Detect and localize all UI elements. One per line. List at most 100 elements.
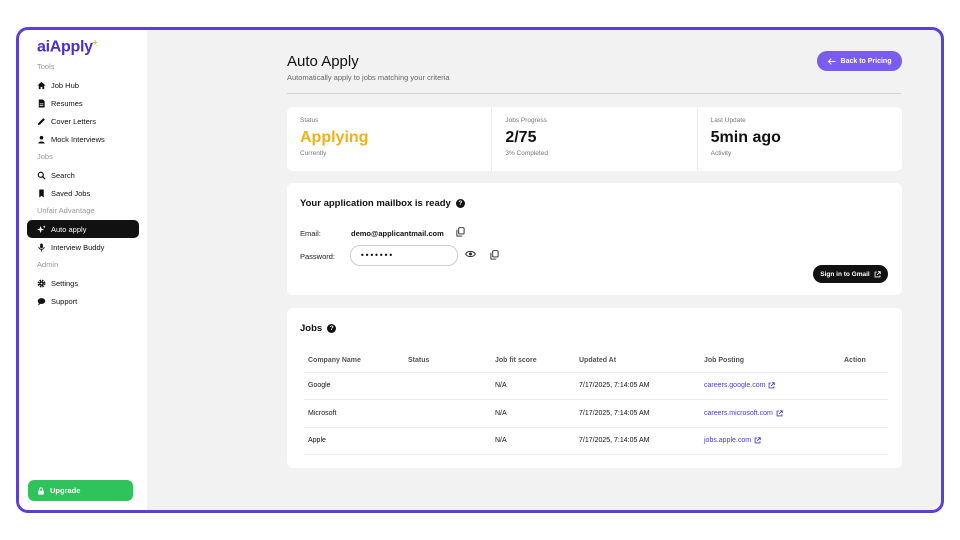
status-stat: Status Applying Currently — [287, 107, 493, 171]
sidebar-item-mock-interviews[interactable]: Mock Interviews — [27, 130, 139, 148]
sidebar-item-label: Mock Interviews — [51, 134, 105, 144]
sidebar-item-search[interactable]: Search — [27, 166, 139, 184]
jobs-progress-value: 2/75 — [505, 129, 537, 146]
sparkle-icon — [35, 223, 47, 235]
sign-in-gmail-label: Sign in to Gmail — [820, 270, 870, 278]
mailbox-title: Your application mailbox is ready — [300, 198, 451, 209]
column-action[interactable]: Action — [840, 350, 888, 373]
cell-updated: 7/17/2025, 7:14:05 AM — [575, 399, 700, 428]
column-updated-at[interactable]: Updated At — [575, 350, 700, 373]
status-value: Applying — [300, 129, 369, 146]
sidebar-item-interview-buddy[interactable]: Interview Buddy — [27, 238, 139, 256]
sidebar-item-cover-letters[interactable]: Cover Letters — [27, 112, 139, 130]
jobs-table: Company Name Status Job fit score Update… — [304, 350, 888, 455]
column-status[interactable]: Status — [404, 350, 491, 373]
person-icon — [35, 133, 47, 145]
mailbox-card: Your application mailbox is ready ? Emai… — [287, 183, 902, 295]
sidebar-section-tools: Tools — [37, 62, 55, 72]
cell-company: Apple — [304, 427, 404, 455]
sign-in-gmail-button[interactable]: Sign in to Gmail — [813, 265, 888, 283]
gear-icon — [35, 277, 47, 289]
copy-password-icon[interactable] — [490, 250, 499, 260]
jobs-heading: Jobs ? — [300, 323, 337, 334]
home-icon — [35, 79, 47, 91]
stat-sub: 3% Completed — [505, 150, 548, 157]
copy-email-icon[interactable] — [456, 227, 465, 237]
cell-status — [404, 399, 491, 428]
column-company[interactable]: Company Name — [304, 350, 404, 373]
help-icon[interactable]: ? — [327, 324, 337, 333]
last-update-stat: Last Update 5min ago Activity — [698, 107, 902, 171]
password-field[interactable] — [350, 245, 458, 266]
pen-icon — [35, 115, 47, 127]
password-label: Password: — [300, 252, 336, 261]
email-label: Email: — [300, 229, 321, 238]
cell-company: Microsoft — [304, 399, 404, 428]
cell-status — [404, 427, 491, 455]
bookmark-icon — [35, 187, 47, 199]
cell-score: N/A — [491, 427, 575, 455]
cell-posting: jobs.apple.com — [700, 427, 840, 455]
logo-sparkle-icon: + — [92, 38, 98, 47]
cell-company: Google — [304, 372, 404, 400]
app-window: aiApply+ Tools Job Hub Resumes Cover Let… — [16, 27, 944, 513]
page-title: Auto Apply — [287, 53, 359, 70]
sidebar-item-label: Job Hub — [51, 80, 79, 90]
sidebar-section-jobs: Jobs — [37, 152, 53, 162]
sidebar-item-label: Auto apply — [51, 224, 87, 234]
table-row: Microsoft N/A 7/17/2025, 7:14:05 AM care… — [304, 399, 888, 428]
column-job-fit-score[interactable]: Job fit score — [491, 350, 575, 373]
sidebar-item-resumes[interactable]: Resumes — [27, 94, 139, 112]
main-content: Auto Apply Automatically apply to jobs m… — [147, 30, 941, 510]
job-posting-link[interactable]: careers.google.com — [704, 382, 776, 389]
external-link-icon — [874, 270, 881, 278]
sidebar: aiApply+ Tools Job Hub Resumes Cover Let… — [19, 30, 147, 510]
email-value: demo@applicantmail.com — [351, 229, 444, 238]
sidebar-section-unfair-advantage: Unfair Advantage — [37, 206, 95, 216]
last-update-value: 5min ago — [710, 129, 781, 146]
sidebar-item-support[interactable]: Support — [27, 292, 139, 310]
sidebar-item-label: Support — [51, 296, 78, 306]
external-link-icon — [768, 382, 776, 389]
stat-label: Status — [300, 117, 319, 124]
upgrade-label: Upgrade — [50, 486, 81, 495]
sidebar-item-settings[interactable]: Settings — [27, 274, 139, 292]
upgrade-button[interactable]: Upgrade — [28, 480, 133, 501]
sidebar-item-label: Saved Jobs — [51, 188, 91, 198]
document-icon — [35, 97, 47, 109]
sidebar-item-label: Resumes — [51, 98, 83, 108]
microphone-icon — [35, 241, 47, 253]
table-row: Google N/A 7/17/2025, 7:14:05 AM careers… — [304, 372, 888, 400]
back-to-pricing-button[interactable]: Back to Pricing — [817, 51, 902, 71]
stat-sub: Currently — [300, 150, 327, 157]
jobs-progress-stat: Jobs Progress 2/75 3% Completed — [492, 107, 698, 171]
arrow-left-icon — [827, 57, 836, 65]
eye-icon[interactable] — [465, 250, 476, 258]
jobs-title: Jobs — [300, 323, 323, 334]
job-posting-link[interactable]: jobs.apple.com — [704, 437, 761, 444]
cell-action — [840, 399, 888, 428]
cell-score: N/A — [491, 399, 575, 428]
page-subtitle: Automatically apply to jobs matching you… — [287, 73, 450, 82]
external-link-icon — [754, 437, 761, 444]
cell-posting: careers.microsoft.com — [700, 399, 840, 428]
back-to-pricing-label: Back to Pricing — [840, 57, 892, 65]
header-divider — [287, 93, 901, 94]
sidebar-item-saved-jobs[interactable]: Saved Jobs — [27, 184, 139, 202]
app-logo[interactable]: aiApply+ — [27, 38, 139, 56]
cell-updated: 7/17/2025, 7:14:05 AM — [575, 427, 700, 455]
sidebar-item-label: Cover Letters — [51, 116, 97, 126]
jobs-card: Jobs ? Company Name Status Job fit score… — [287, 308, 902, 468]
cell-updated: 7/17/2025, 7:14:05 AM — [575, 372, 700, 400]
sidebar-item-auto-apply[interactable]: Auto apply — [27, 220, 139, 239]
cell-status — [404, 372, 491, 400]
column-job-posting[interactable]: Job Posting — [700, 350, 840, 373]
help-icon[interactable]: ? — [455, 199, 465, 208]
stat-label: Last Update — [710, 117, 746, 124]
sidebar-item-label: Interview Buddy — [51, 242, 105, 252]
table-header-row: Company Name Status Job fit score Update… — [304, 350, 888, 373]
sidebar-item-job-hub[interactable]: Job Hub — [27, 76, 139, 94]
cell-action — [840, 372, 888, 400]
job-posting-link[interactable]: careers.microsoft.com — [704, 410, 783, 417]
lock-icon — [37, 486, 45, 495]
